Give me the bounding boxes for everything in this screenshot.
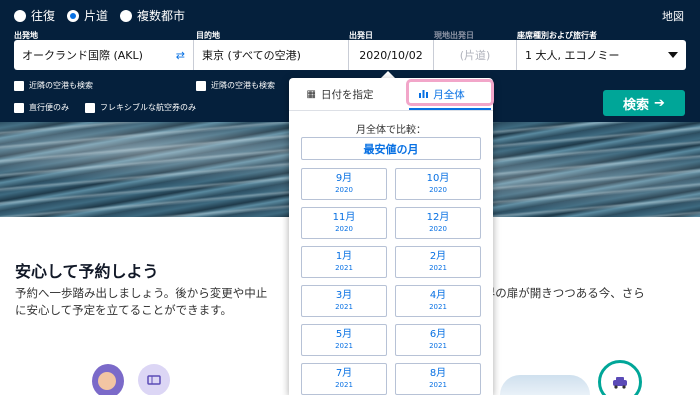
month-year: 2021 <box>335 303 353 311</box>
month-year: 2020 <box>335 186 353 194</box>
month-year: 2021 <box>429 342 447 350</box>
direct-only-checkbox[interactable]: 直行便のみ <box>14 102 69 113</box>
tab-label: 日付を指定 <box>320 89 374 101</box>
month-option[interactable]: 4月 2021 <box>395 285 481 317</box>
radio-icon[interactable] <box>120 9 133 22</box>
month-option[interactable]: 10月 2020 <box>395 168 481 200</box>
checkbox-label: フレキシブルな航空券のみ <box>100 103 196 112</box>
cabin-field[interactable]: 1 大人, エコノミー <box>517 40 686 70</box>
nearby-from-checkbox[interactable]: 近隣の空港も検索 <box>14 80 93 91</box>
to-value: 東京 (すべての空港) <box>202 49 301 62</box>
calendar-icon: ▦ <box>306 89 316 100</box>
month-year: 2021 <box>335 342 353 350</box>
trip-type-label: 複数都市 <box>137 9 186 23</box>
month-year: 2021 <box>429 264 447 272</box>
radio-selected-icon[interactable] <box>67 9 80 22</box>
search-fields: オークランド国際 (AKL) ⇄ 東京 (すべての空港) 2020/10/02 … <box>14 40 686 70</box>
month-label: 7月 <box>335 368 353 379</box>
depart-field[interactable]: 2020/10/02 <box>349 40 434 70</box>
return-placeholder: (片道) <box>459 49 491 62</box>
date-picker-popover: ▦ 日付を指定 月全体 月全体で比較： 最安値の月 9月 2020 10月 2020 1… <box>289 78 493 395</box>
nearby-to-checkbox[interactable]: 近隣の空港も検索 <box>196 80 275 91</box>
checkbox-label: 直行便のみ <box>29 103 69 112</box>
trip-type-roundtrip[interactable]: 往復 <box>14 7 55 24</box>
page-headline: 安心して予約しよう <box>15 262 159 281</box>
body-line-1-right: 世界の扉が開きつつある今、さら <box>472 286 645 300</box>
month-option[interactable]: 9月 2020 <box>301 168 387 200</box>
month-label: 10月 <box>426 173 450 184</box>
depart-value: 2020/10/02 <box>359 48 423 62</box>
from-field[interactable]: オークランド国際 (AKL) ⇄ <box>14 40 194 70</box>
ticket-icon <box>138 364 170 395</box>
flexible-checkbox[interactable]: フレキシブルな航空券のみ <box>85 102 196 113</box>
checkbox-icon[interactable] <box>85 102 95 113</box>
wave-illustration <box>500 375 590 395</box>
tab-specific-date[interactable]: ▦ 日付を指定 <box>289 78 391 111</box>
checkbox-label: 近隣の空港も検索 <box>29 81 93 90</box>
month-year: 2021 <box>335 264 353 272</box>
trip-type-label: 往復 <box>31 9 56 23</box>
month-label: 8月 <box>429 368 447 379</box>
month-label: 12月 <box>426 212 450 223</box>
month-year: 2020 <box>429 186 447 194</box>
body-line-1-left: 予約へ一歩踏み出しましょう。後から変更や中止 <box>15 286 268 300</box>
from-value: オークランド国際 (AKL) <box>22 49 143 62</box>
month-option[interactable]: 11月 2020 <box>301 207 387 239</box>
car-icon <box>598 360 642 395</box>
chevron-down-icon <box>668 52 678 58</box>
checkbox-icon[interactable] <box>14 80 24 91</box>
search-button[interactable]: 検索 ➔ <box>603 90 685 116</box>
month-label: 11月 <box>332 212 356 223</box>
month-label: 9月 <box>335 173 353 184</box>
month-year: 2021 <box>335 381 353 389</box>
month-option[interactable]: 6月 2021 <box>395 324 481 356</box>
month-label: 6月 <box>429 329 447 340</box>
month-year: 2020 <box>335 225 353 233</box>
arrow-right-icon: ➔ <box>654 95 665 111</box>
cabin-value: 1 大人, エコノミー <box>525 49 620 62</box>
month-year: 2021 <box>429 303 447 311</box>
trip-type-multicity[interactable]: 複数都市 <box>120 7 185 24</box>
trip-type-oneway[interactable]: 片道 <box>67 7 108 24</box>
person-illustration <box>92 364 124 395</box>
month-option[interactable]: 8月 2021 <box>395 363 481 395</box>
radio-icon[interactable] <box>14 9 26 22</box>
to-field[interactable]: 東京 (すべての空港) <box>194 40 349 70</box>
checkbox-label: 近隣の空港も検索 <box>211 81 275 90</box>
month-option[interactable]: 7月 2021 <box>301 363 387 395</box>
month-year: 2020 <box>429 225 447 233</box>
active-tab-indicator <box>409 108 491 110</box>
checkbox-icon[interactable] <box>14 102 24 113</box>
map-link[interactable]: 地図 <box>662 8 684 24</box>
compare-label: 月全体で比較： <box>356 125 426 136</box>
tab-highlight-annotation <box>406 79 494 106</box>
month-label: 3月 <box>335 290 353 301</box>
month-label: 1月 <box>335 251 353 262</box>
search-button-label: 検索 <box>623 97 650 113</box>
trip-type-radios: 往復 片道 複数都市 <box>14 7 185 24</box>
month-label: 2月 <box>429 251 447 262</box>
month-label: 4月 <box>429 290 447 301</box>
month-option[interactable]: 1月 2021 <box>301 246 387 278</box>
month-option[interactable]: 12月 2020 <box>395 207 481 239</box>
swap-icon[interactable]: ⇄ <box>176 49 185 62</box>
month-label: 5月 <box>335 329 353 340</box>
cheapest-month-button[interactable]: 最安値の月 <box>301 137 481 160</box>
checkbox-icon[interactable] <box>196 80 206 91</box>
tab-divider <box>289 110 493 111</box>
month-year: 2021 <box>429 381 447 389</box>
trip-type-label: 片道 <box>84 9 109 23</box>
month-option[interactable]: 2月 2021 <box>395 246 481 278</box>
month-option[interactable]: 3月 2021 <box>301 285 387 317</box>
month-option[interactable]: 5月 2021 <box>301 324 387 356</box>
return-field[interactable]: (片道) <box>434 40 517 70</box>
